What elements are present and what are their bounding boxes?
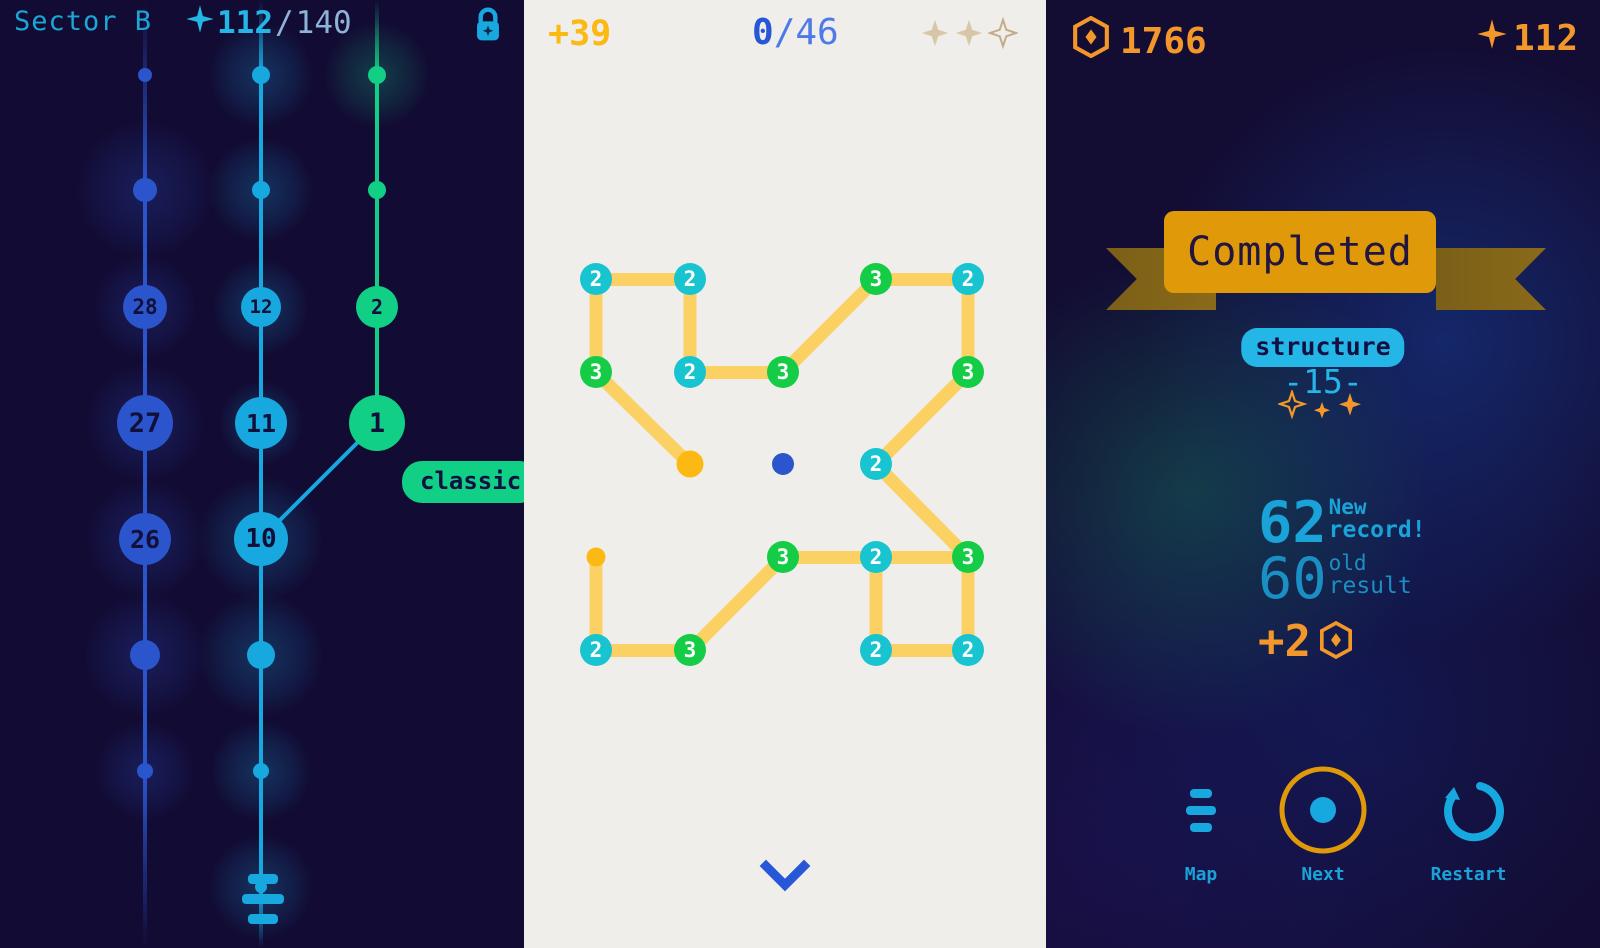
map-level-node-2[interactable]: 2 [356, 286, 398, 328]
level-map-panel[interactable]: Sector B 112 / 140 28 27 26 12 11 10 2 1 [0, 0, 524, 948]
map-node[interactable] [138, 68, 152, 82]
sector-label: Sector B [14, 6, 153, 37]
star-icon [1476, 16, 1508, 61]
coin-counter: 1766 [1072, 15, 1207, 67]
menu-bar-2 [242, 894, 284, 904]
puzzle-endpoint[interactable] [676, 450, 704, 478]
puzzle-node-2[interactable]: 2 [674, 356, 706, 388]
new-record-row: 62 New record! [1258, 490, 1426, 556]
puzzle-node-3[interactable]: 3 [674, 634, 706, 666]
map-node-link [259, 75, 263, 190]
puzzle-node-3[interactable]: 3 [767, 541, 799, 573]
puzzle-node-2[interactable]: 2 [952, 263, 984, 295]
result-header: 1766 112 [1046, 0, 1600, 80]
map-stars-total: 140 [295, 5, 352, 41]
result-level-stars [1276, 388, 1368, 424]
old-score-value: 60 [1258, 546, 1327, 613]
puzzle-node-2[interactable]: 2 [860, 541, 892, 573]
result-star-counter: 112 [1476, 16, 1578, 61]
chevron-down-icon[interactable] [758, 856, 812, 896]
map-node[interactable] [130, 640, 160, 670]
reward-amount: +2 [1258, 616, 1311, 668]
puzzle-panel[interactable]: +39 0/46 2232332323232232 [524, 0, 1046, 948]
map-level-node-26[interactable]: 26 [119, 513, 171, 565]
old-score-label: old result [1329, 552, 1412, 598]
coin-value: 1766 [1120, 21, 1207, 62]
nav-restart-button[interactable]: Restart [1376, 764, 1561, 885]
map-level-node-27[interactable]: 27 [117, 395, 173, 451]
reward-row: +2 [1258, 616, 1426, 667]
puzzle-node-2[interactable]: 2 [580, 263, 612, 295]
puzzle-node-3[interactable]: 3 [767, 356, 799, 388]
puzzle-node-2[interactable]: 2 [860, 448, 892, 480]
lock-icon[interactable] [470, 6, 506, 44]
new-score-label: New record! [1329, 496, 1426, 542]
map-node[interactable] [137, 763, 153, 779]
menu-bar-3 [248, 914, 278, 924]
map-node-link [375, 75, 379, 190]
map-stars-current: 112 [217, 5, 273, 41]
map-menu-button[interactable] [236, 868, 290, 930]
puzzle-node-3[interactable]: 3 [580, 356, 612, 388]
puzzle-board[interactable]: 2 2 3 2 3 3 2 3 2 3 2 3 2 2 3 2 [524, 0, 1046, 948]
puzzle-cursor-dot[interactable] [772, 453, 794, 475]
puzzle-node-2[interactable]: 2 [674, 263, 706, 295]
star-icon [185, 2, 215, 44]
old-result-row: 60 old result [1258, 546, 1426, 613]
new-label-line-1: New [1328, 495, 1367, 519]
result-star-value: 112 [1512, 18, 1578, 59]
map-star-counter: 112 / 140 [185, 2, 352, 44]
game-screen: Sector B 112 / 140 28 27 26 12 11 10 2 1 [0, 0, 1600, 948]
map-node-link [259, 655, 263, 771]
hexagon-coin-icon [1072, 15, 1110, 67]
ribbon-tail-right [1436, 248, 1546, 310]
puzzle-node-2[interactable]: 2 [860, 634, 892, 666]
puzzle-node-3[interactable]: 3 [952, 541, 984, 573]
map-level-node-28[interactable]: 28 [123, 285, 167, 329]
map-header: Sector B 112 / 140 [0, 0, 524, 52]
result-nav[interactable]: Map Next Restart [1046, 764, 1600, 914]
map-level-node-10[interactable]: 10 [234, 512, 288, 566]
old-label-line-2: result [1328, 573, 1412, 600]
nav-restart-label: Restart [1430, 864, 1507, 885]
map-node[interactable] [253, 763, 269, 779]
restart-arrow-icon [1376, 764, 1561, 856]
map-level-node-12[interactable]: 12 [241, 287, 281, 327]
menu-bar-1 [248, 874, 278, 884]
map-stars-separator: / [275, 5, 294, 41]
map-node[interactable] [252, 66, 270, 84]
map-node[interactable] [368, 66, 386, 84]
result-score-block: 62 New record! 60 old result +2 [1258, 490, 1426, 667]
puzzle-node-2[interactable]: 2 [952, 634, 984, 666]
map-node-link [143, 655, 147, 771]
map-level-node-1[interactable]: 1 [349, 395, 405, 451]
completed-banner: Completed [1164, 211, 1436, 293]
map-mode-pill[interactable]: classic [402, 461, 524, 503]
result-panel[interactable]: 1766 112 Completed structure -15- 62 New… [1046, 0, 1600, 948]
map-node[interactable] [252, 181, 270, 199]
puzzle-endpoint[interactable] [586, 547, 606, 567]
puzzle-node-2[interactable]: 2 [580, 634, 612, 666]
map-node[interactable] [247, 641, 275, 669]
hexagon-coin-icon [1319, 620, 1353, 663]
map-node[interactable] [133, 178, 157, 202]
map-level-node-11[interactable]: 11 [235, 397, 287, 449]
new-score-value: 62 [1258, 490, 1327, 556]
puzzle-node-3[interactable]: 3 [952, 356, 984, 388]
map-node[interactable] [368, 181, 386, 199]
old-label-line-1: old [1328, 551, 1367, 576]
puzzle-node-3[interactable]: 3 [860, 263, 892, 295]
map-node-link-tail [143, 771, 147, 948]
new-label-line-2: record! [1328, 517, 1426, 544]
